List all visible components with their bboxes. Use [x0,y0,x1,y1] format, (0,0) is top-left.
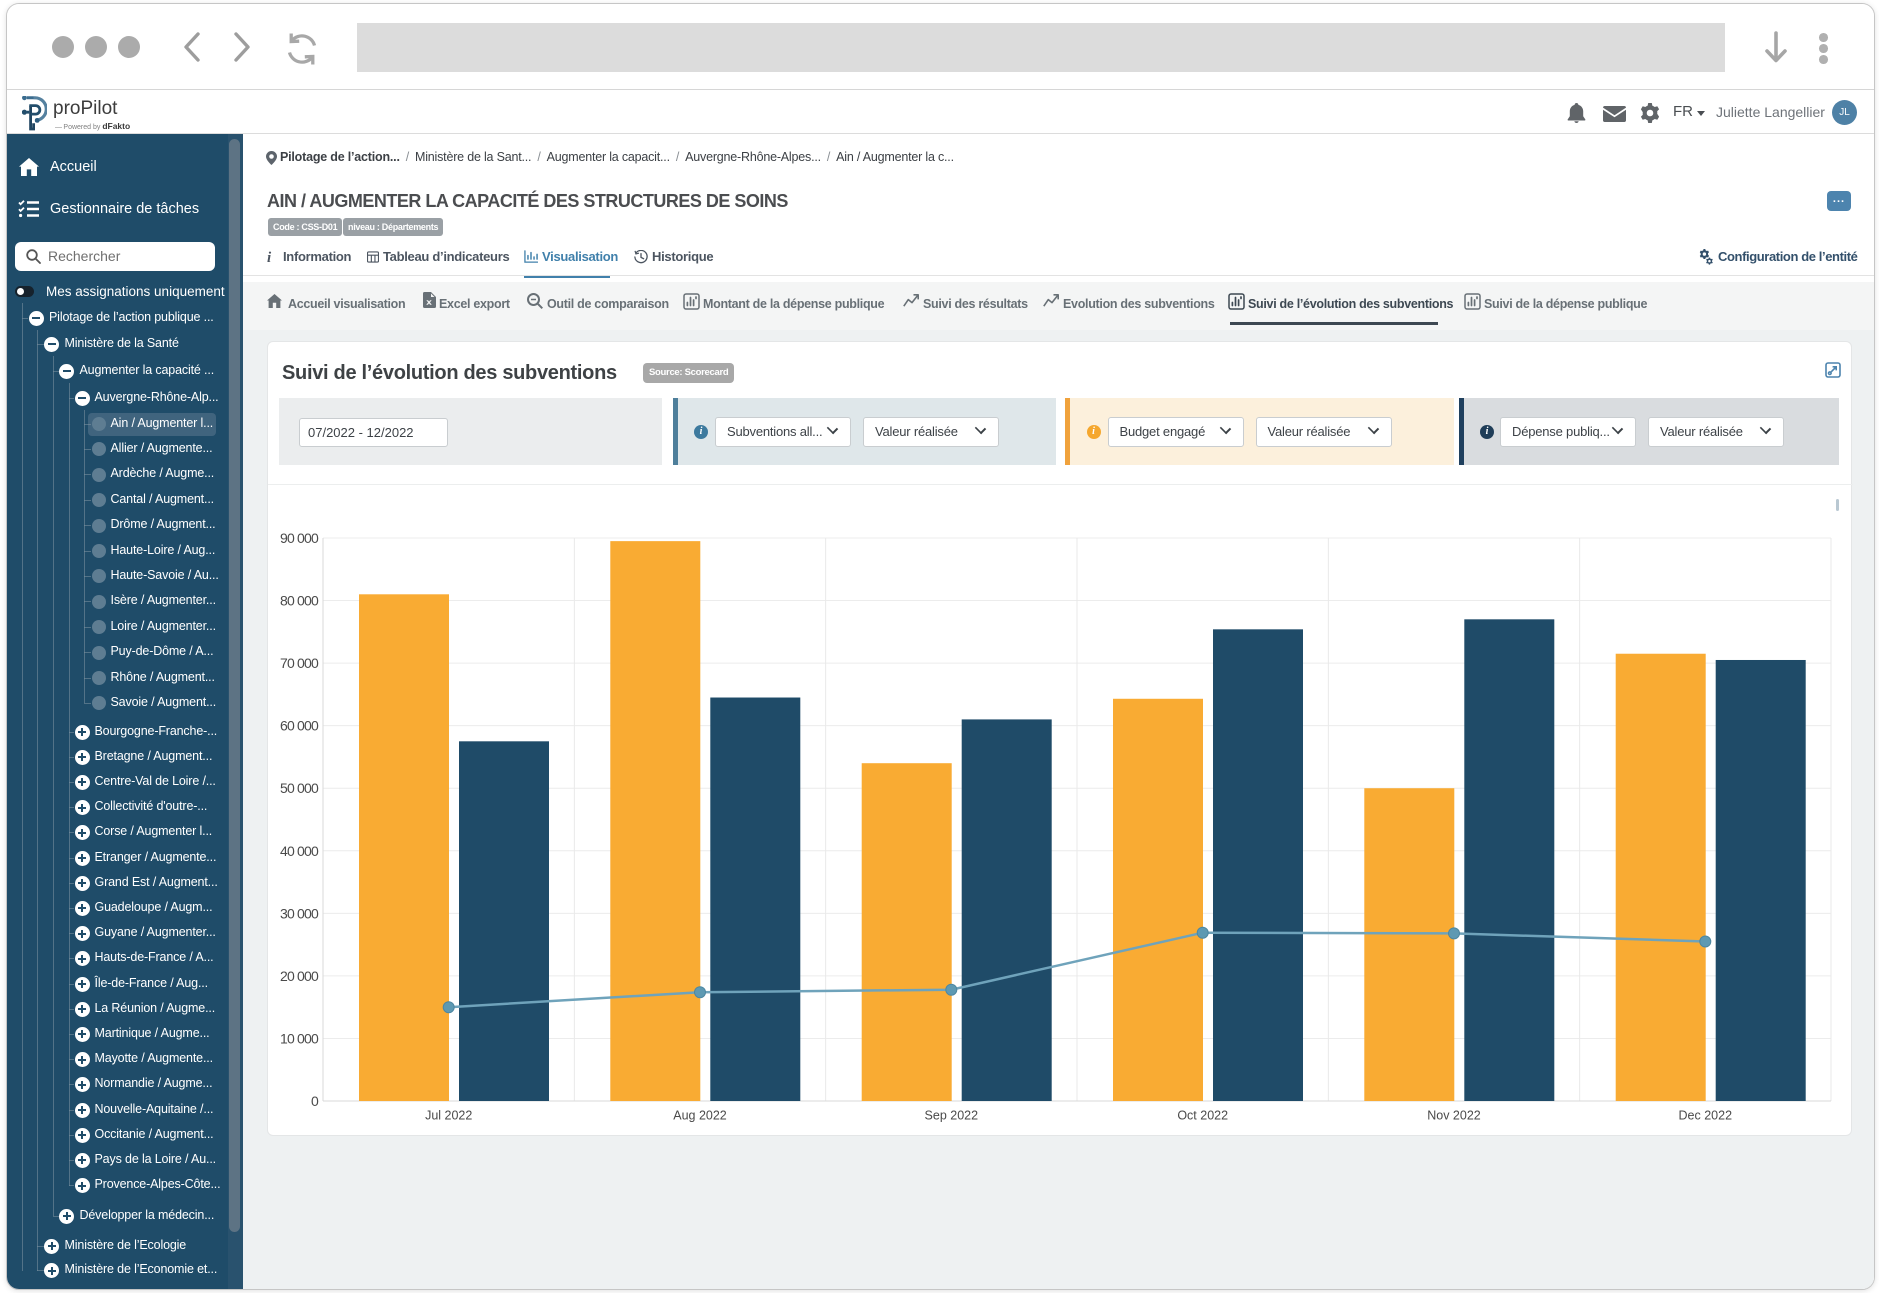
svg-text:90 000: 90 000 [280,530,319,546]
svg-text:80 000: 80 000 [280,593,319,609]
svg-text:Aug 2022: Aug 2022 [673,1109,727,1123]
svg-text:30 000: 30 000 [280,905,319,921]
svg-text:40 000: 40 000 [280,843,319,859]
svg-text:0: 0 [311,1093,319,1109]
svg-text:50 000: 50 000 [280,780,319,796]
svg-text:Jul 2022: Jul 2022 [425,1109,472,1123]
svg-text:10 000: 10 000 [280,1030,319,1046]
svg-text:20 000: 20 000 [280,968,319,984]
svg-text:Nov 2022: Nov 2022 [1427,1109,1481,1123]
svg-text:70 000: 70 000 [280,655,319,671]
svg-text:Oct 2022: Oct 2022 [1177,1109,1228,1123]
svg-text:Sep 2022: Sep 2022 [925,1109,979,1123]
svg-text:60 000: 60 000 [280,718,319,734]
svg-text:Dec 2022: Dec 2022 [1679,1109,1733,1123]
